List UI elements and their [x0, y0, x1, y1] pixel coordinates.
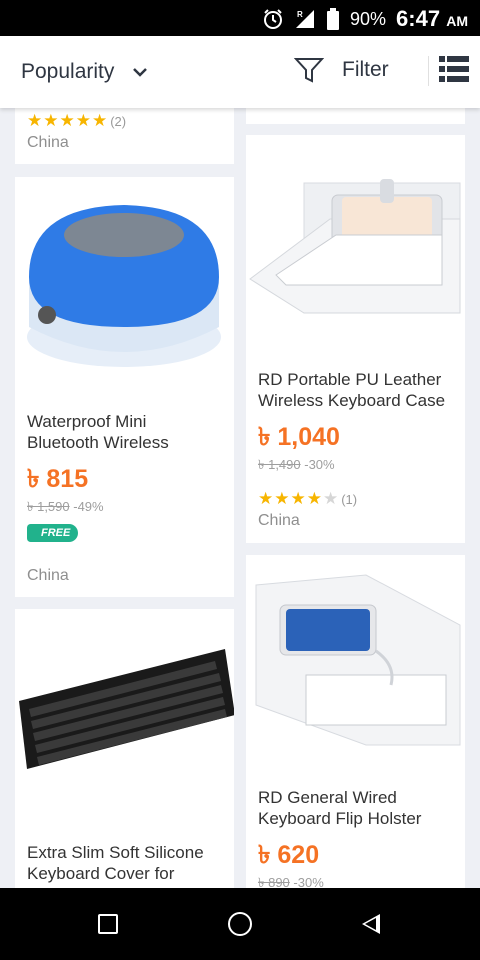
signal-icon: R: [296, 10, 315, 28]
product-title: RD General Wired Keyboard Flip Holster: [258, 788, 422, 828]
recent-apps-icon[interactable]: [98, 914, 118, 934]
product-title: RD Portable PU Leather Wireless Keyboard…: [258, 370, 446, 410]
list-view-icon: [439, 56, 469, 82]
product-price: ৳ 1,040: [258, 423, 340, 451]
product-image-keyboard-case: [249, 179, 461, 314]
product-title: Extra Slim Soft Silicone Keyboard Cover …: [27, 843, 204, 883]
product-card[interactable]: ★★★★★ (2) China: [15, 108, 234, 164]
product-card[interactable]: RD Portable PU Leather Wireless Keyboard…: [246, 135, 465, 543]
original-price: ৳ 890 -30%: [258, 875, 324, 888]
product-image-wired-keyboard: [255, 574, 461, 746]
product-price: ৳ 620: [258, 841, 320, 869]
list-view-toggle[interactable]: [428, 56, 469, 86]
alarm-icon: [264, 9, 283, 29]
filter-button[interactable]: Filter: [294, 56, 389, 84]
original-price: ৳ 1,490 -30%: [258, 457, 335, 472]
rating-stars: ★★★★★ (1): [258, 489, 358, 508]
chevron-down-icon: [133, 68, 148, 77]
sort-dropdown[interactable]: Popularity: [21, 60, 148, 84]
country-label: China: [27, 134, 69, 151]
original-price: ৳ 1,590 -49%: [27, 499, 104, 514]
filter-label: Filter: [342, 58, 389, 81]
status-bar: R 90% 6:47 AM: [0, 0, 480, 36]
sort-label: Popularity: [21, 60, 115, 83]
filter-icon: [294, 58, 324, 83]
battery-icon: [327, 8, 340, 30]
product-card[interactable]: [246, 108, 465, 124]
product-title: Waterproof Mini Bluetooth Wireless: [27, 412, 169, 452]
home-icon[interactable]: [228, 912, 252, 936]
system-nav-bar: [0, 888, 480, 960]
product-image-keyboard-cover: [19, 649, 234, 769]
product-card[interactable]: RD General Wired Keyboard Flip Holster ৳…: [246, 555, 465, 888]
product-image-speaker: [27, 205, 221, 367]
country-label: China: [258, 512, 300, 529]
product-card[interactable]: Extra Slim Soft Silicone Keyboard Cover …: [15, 609, 234, 888]
back-icon[interactable]: [362, 914, 380, 934]
product-grid: ★★★★★ (2) China Waterproof Mini Bluetooth…: [0, 108, 480, 888]
battery-percent: 90%: [350, 8, 387, 29]
free-shipping-badge: FREE: [27, 524, 79, 542]
country-label: China: [27, 567, 69, 584]
clock: 6:47 AM: [396, 6, 468, 31]
sort-filter-toolbar: Popularity Filter: [0, 36, 480, 108]
product-card[interactable]: Waterproof Mini Bluetooth Wireless ৳ 815…: [15, 177, 234, 597]
rating-stars: ★★★★★ (2): [27, 111, 127, 130]
product-price: ৳ 815: [27, 465, 89, 493]
svg-text:R: R: [297, 10, 303, 19]
